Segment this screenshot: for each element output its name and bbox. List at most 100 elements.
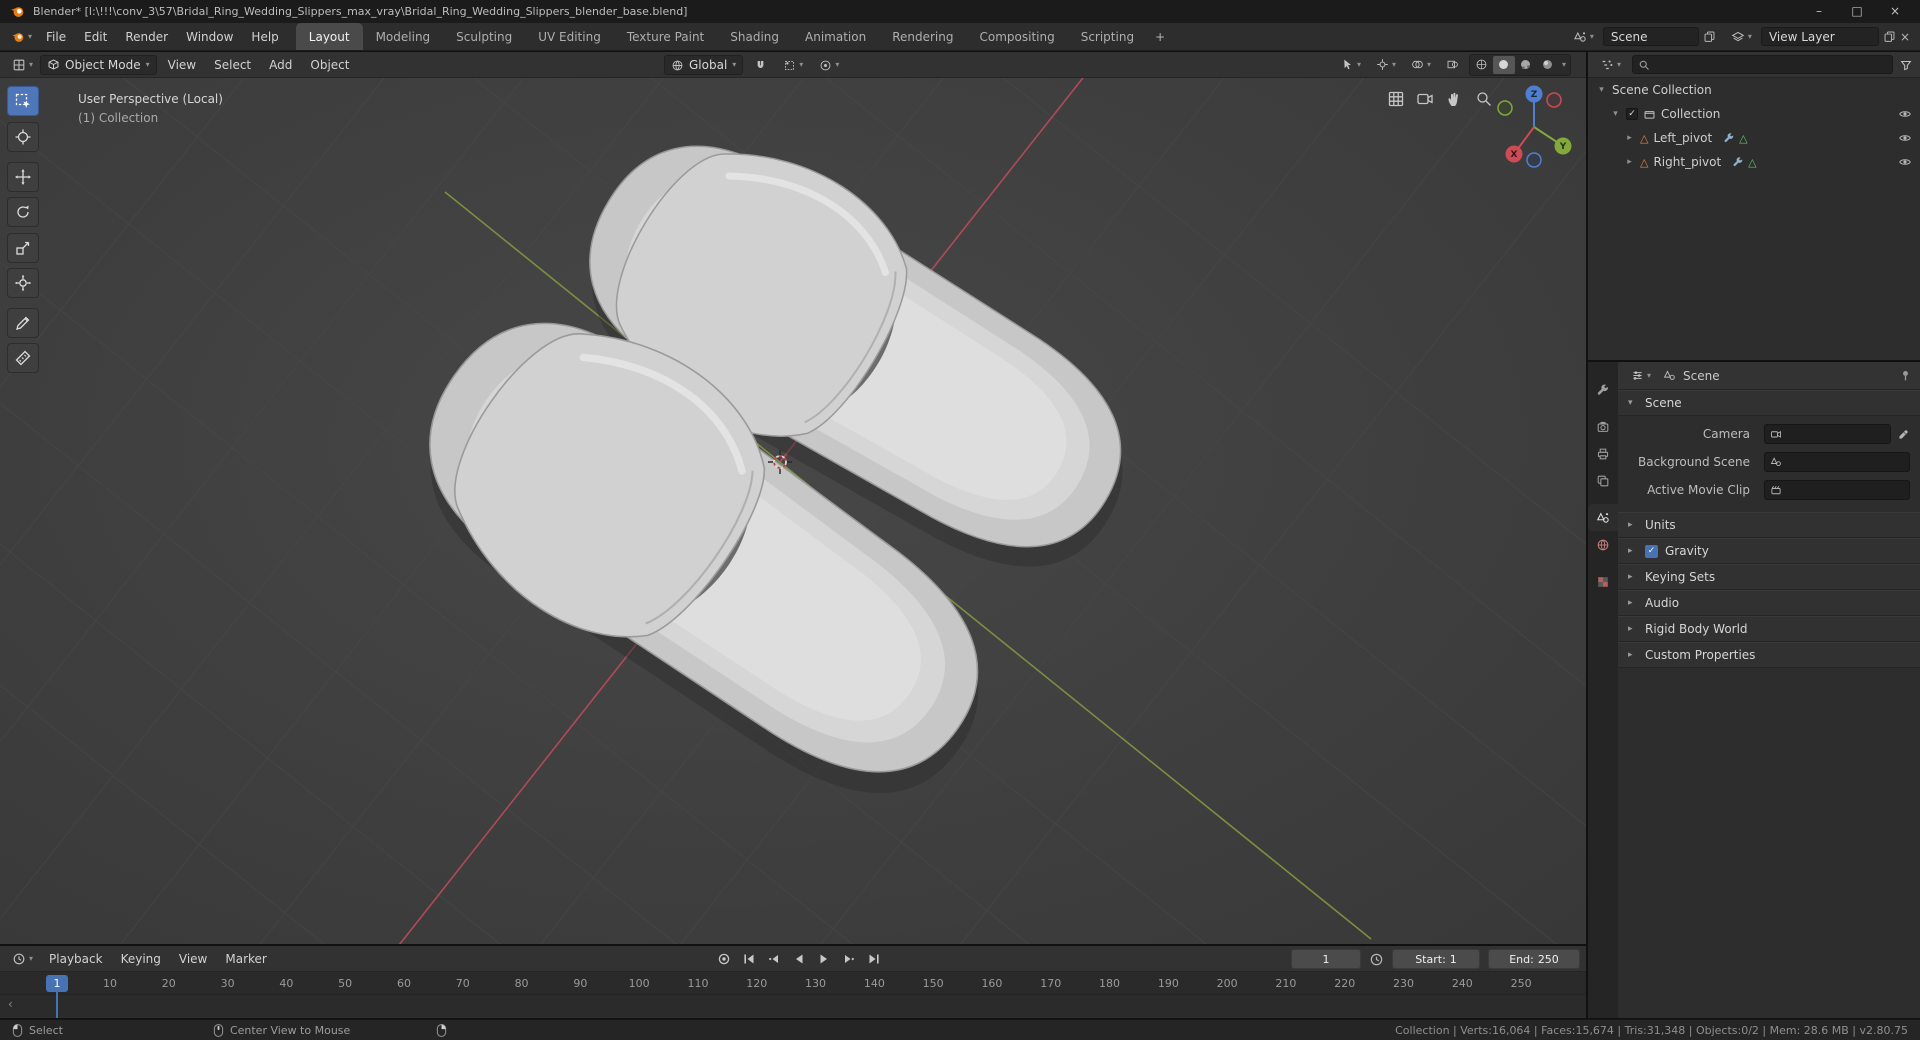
new-scene-icon[interactable] <box>1703 30 1716 43</box>
scene-name-field[interactable]: Scene <box>1602 27 1699 46</box>
gizmo-neg-x-ball[interactable] <box>1546 92 1562 108</box>
object-visibility-dropdown[interactable]: ▾ <box>1336 56 1366 73</box>
gizmo-neg-z-ball[interactable] <box>1526 152 1542 168</box>
remove-view-layer-icon[interactable]: × <box>1900 30 1910 44</box>
end-frame-field[interactable]: End: 250 <box>1488 949 1580 969</box>
timeline-menu-item[interactable]: Marker <box>216 948 275 970</box>
outliner-search[interactable] <box>1632 55 1893 74</box>
workspace-tab[interactable]: Rendering <box>879 23 966 50</box>
current-frame-field[interactable]: 1 <box>1291 949 1361 969</box>
gizmo-neg-y-ball[interactable] <box>1497 100 1513 116</box>
close-button[interactable]: × <box>1880 0 1910 23</box>
topbar-menu-item[interactable]: Edit <box>75 26 116 48</box>
viewport-menu-item[interactable]: Select <box>205 54 260 76</box>
gravity-checkbox[interactable]: ✓ <box>1645 544 1658 558</box>
workspace-tab[interactable]: Animation <box>792 23 879 50</box>
orientation-dropdown[interactable]: Global ▾ <box>664 55 744 75</box>
play-button[interactable] <box>812 949 835 969</box>
timeline-menu-item[interactable]: Keying <box>112 948 170 970</box>
topbar-menu-item[interactable]: Help <box>242 26 287 48</box>
tool-annotate[interactable] <box>7 308 39 338</box>
shading-wireframe-button[interactable] <box>1471 56 1493 74</box>
section-custom-properties[interactable]: ▸ Custom Properties <box>1618 642 1920 668</box>
eye-icon[interactable] <box>1898 107 1912 121</box>
snap-target-dropdown[interactable]: ▾ <box>778 57 808 74</box>
workspace-tab[interactable]: Modeling <box>363 23 444 50</box>
tool-scale[interactable] <box>7 233 39 263</box>
expand-icon[interactable]: ▾ <box>1596 85 1607 95</box>
expand-icon[interactable]: ▸ <box>1624 133 1635 143</box>
tool-select-box[interactable] <box>7 86 39 116</box>
mesh-data-icon[interactable]: △ <box>1748 157 1756 168</box>
tab-output[interactable] <box>1588 440 1618 467</box>
section-audio[interactable]: ▸ Audio <box>1618 590 1920 616</box>
workspace-tab[interactable]: Scripting <box>1068 23 1147 50</box>
tab-scene[interactable] <box>1588 504 1618 531</box>
shading-rendered-button[interactable] <box>1537 56 1559 74</box>
shading-material-button[interactable] <box>1515 56 1537 74</box>
outliner-row-left-pivot[interactable]: ▸ △ Left_pivot △ <box>1588 126 1920 150</box>
jump-to-end-button[interactable] <box>862 949 885 969</box>
tab-tool[interactable] <box>1588 376 1618 403</box>
playhead[interactable]: 1 <box>46 975 68 992</box>
tool-measure[interactable] <box>7 343 39 373</box>
workspace-tab[interactable]: Sculpting <box>443 23 525 50</box>
tool-cursor[interactable] <box>7 122 39 152</box>
new-view-layer-icon[interactable] <box>1883 30 1896 43</box>
outliner-row-scene-collection[interactable]: ▾ Scene Collection <box>1588 78 1920 102</box>
section-units[interactable]: ▸ Units <box>1618 512 1920 538</box>
topbar-menu-item[interactable]: File <box>37 26 75 48</box>
modifier-wrench-icon[interactable] <box>1732 156 1744 168</box>
snap-toggle[interactable] <box>749 57 772 74</box>
add-workspace-button[interactable]: + <box>1147 30 1173 44</box>
section-scene[interactable]: ▾ Scene <box>1618 390 1920 416</box>
timeline-tracks[interactable]: ‹ <box>0 995 1586 1017</box>
tab-render[interactable] <box>1588 413 1618 440</box>
topbar-menu-item[interactable]: Window <box>177 26 242 48</box>
outliner-row-collection[interactable]: ▾ ✓ Collection <box>1588 102 1920 126</box>
workspace-tab[interactable]: UV Editing <box>525 23 614 50</box>
expand-icon[interactable]: ▸ <box>1624 157 1635 167</box>
minimize-button[interactable]: – <box>1804 0 1834 23</box>
overlays-toggle[interactable]: ▾ <box>1406 56 1436 73</box>
topbar-menu-item[interactable]: Render <box>116 26 177 48</box>
next-keyframe-button[interactable] <box>837 949 860 969</box>
gizmos-toggle[interactable]: ▾ <box>1371 56 1401 73</box>
editor-type-button[interactable]: ▾ <box>7 56 38 74</box>
tab-view-layer[interactable] <box>1588 467 1618 494</box>
blender-menu-button[interactable]: ▾ <box>6 28 37 46</box>
tool-move[interactable] <box>7 162 39 192</box>
camera-field[interactable] <box>1764 424 1891 444</box>
active-movie-clip-field[interactable] <box>1764 480 1910 500</box>
workspace-tab[interactable]: Layout <box>295 23 363 50</box>
workspace-tab[interactable]: Texture Paint <box>614 23 717 50</box>
prev-keyframe-button[interactable] <box>762 949 785 969</box>
collection-checkbox[interactable]: ✓ <box>1626 108 1638 120</box>
grid-toggle-button[interactable] <box>1388 91 1404 107</box>
search-input[interactable] <box>1654 57 1887 72</box>
eyedropper-icon[interactable] <box>1897 428 1910 441</box>
workspace-tab[interactable]: Shading <box>717 23 792 50</box>
start-frame-field[interactable]: Start: 1 <box>1392 949 1480 969</box>
tool-rotate[interactable] <box>7 197 39 227</box>
proportional-editing-dropdown[interactable]: ▾ <box>814 57 844 74</box>
viewport-canvas[interactable]: Z Y X <box>0 78 1586 944</box>
modifier-wrench-icon[interactable] <box>1723 132 1735 144</box>
maximize-button[interactable]: □ <box>1842 0 1872 23</box>
mode-dropdown[interactable]: Object Mode ▾ <box>40 54 157 75</box>
shading-solid-button[interactable] <box>1492 55 1515 74</box>
viewport-menu-item[interactable]: Object <box>301 54 358 76</box>
scene-browse-button[interactable]: ▾ <box>1568 28 1599 46</box>
navigation-gizmo[interactable]: Z Y X <box>1497 85 1572 168</box>
tab-texture[interactable] <box>1588 568 1618 595</box>
view-layer-name-field[interactable]: View Layer <box>1760 27 1879 46</box>
collapse-arrow-icon[interactable]: ‹ <box>8 997 13 1011</box>
jump-to-start-button[interactable] <box>737 949 760 969</box>
editor-type-button[interactable]: ▾ <box>1595 56 1626 74</box>
eye-icon[interactable] <box>1898 131 1912 145</box>
background-scene-field[interactable] <box>1764 452 1910 472</box>
view-layer-browse-button[interactable]: ▾ <box>1726 28 1757 46</box>
section-gravity[interactable]: ▸ ✓ Gravity <box>1618 538 1920 564</box>
xray-toggle[interactable] <box>1441 56 1464 73</box>
section-keying-sets[interactable]: ▸ Keying Sets <box>1618 564 1920 590</box>
